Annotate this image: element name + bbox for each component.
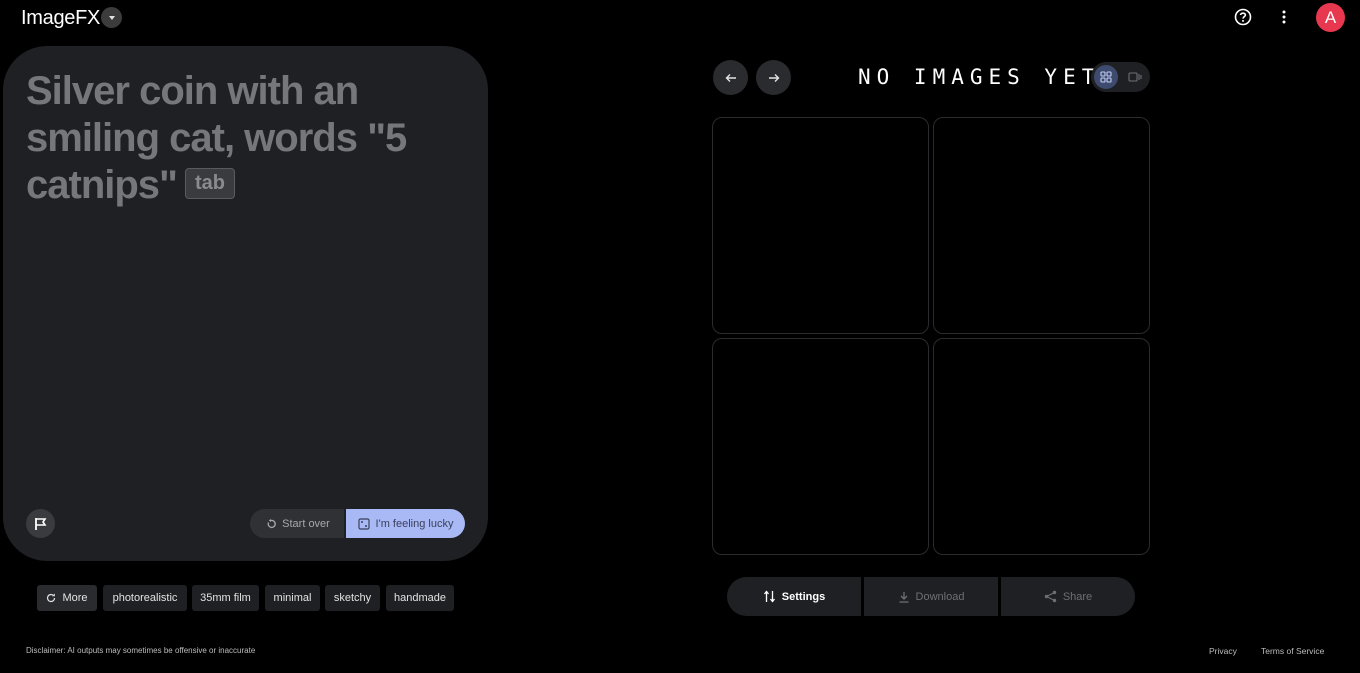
- previous-button[interactable]: [713, 60, 748, 95]
- more-styles-button[interactable]: More: [37, 585, 97, 611]
- start-over-button[interactable]: Start over: [250, 509, 346, 538]
- help-button[interactable]: [1232, 6, 1254, 28]
- feeling-lucky-button[interactable]: I'm feeling lucky: [344, 509, 465, 538]
- share-button[interactable]: Share: [1001, 577, 1135, 616]
- image-slot: [712, 338, 929, 555]
- download-icon: [899, 591, 909, 603]
- share-label: Share: [1062, 590, 1093, 603]
- more-label: More: [62, 592, 88, 604]
- image-slot: [933, 338, 1150, 555]
- next-button[interactable]: [756, 60, 791, 95]
- caret-down-icon: [108, 15, 115, 20]
- style-chip-sketchy[interactable]: sketchy: [325, 585, 380, 611]
- kebab-menu-icon: [1282, 10, 1286, 24]
- prompt-panel: Silver coin with an smiling cat, words "…: [3, 46, 488, 561]
- style-chip-minimal[interactable]: minimal: [265, 585, 320, 611]
- avatar[interactable]: A: [1316, 3, 1345, 32]
- carousel-icon: [1128, 72, 1142, 82]
- share-icon: [1044, 590, 1057, 603]
- style-chip-handmade[interactable]: handmade: [386, 585, 454, 611]
- dice-icon: [357, 517, 370, 530]
- flag-icon: [35, 517, 47, 530]
- settings-label: Settings: [781, 590, 826, 603]
- reset-icon: [267, 518, 276, 528]
- arrow-right-icon: [768, 73, 779, 82]
- privacy-link[interactable]: Privacy: [1209, 646, 1237, 656]
- feeling-lucky-label: I'm feeling lucky: [375, 517, 454, 530]
- start-over-label: Start over: [282, 517, 330, 530]
- app-menu-button[interactable]: [101, 7, 122, 28]
- image-slot: [712, 117, 929, 334]
- style-chip-photorealistic[interactable]: photorealistic: [103, 585, 187, 611]
- grid-icon: [1100, 71, 1112, 83]
- single-view-button[interactable]: [1123, 65, 1147, 89]
- help-icon: [1234, 8, 1252, 26]
- more-options-button[interactable]: [1274, 6, 1294, 28]
- download-label: Download: [915, 590, 965, 603]
- report-button[interactable]: [26, 509, 55, 538]
- terms-link[interactable]: Terms of Service: [1261, 646, 1324, 656]
- style-chip-35mm-film[interactable]: 35mm film: [192, 585, 259, 611]
- disclaimer: Disclaimer: AI outputs may sometimes be …: [26, 646, 256, 655]
- settings-button[interactable]: Settings: [727, 577, 861, 616]
- settings-sliders-icon: [763, 590, 775, 603]
- tab-hint: tab: [185, 167, 236, 199]
- grid-view-button[interactable]: [1094, 65, 1118, 89]
- view-toggle: [1091, 62, 1150, 92]
- image-slot: [933, 117, 1150, 334]
- empty-gallery-title: NO IMAGES YET: [858, 65, 1101, 89]
- app-title[interactable]: ImageFX: [21, 7, 100, 30]
- arrow-left-icon: [725, 73, 736, 82]
- refresh-icon: [47, 593, 56, 603]
- prompt-input[interactable]: Silver coin with an smiling cat, words "…: [26, 68, 466, 209]
- download-button[interactable]: Download: [864, 577, 998, 616]
